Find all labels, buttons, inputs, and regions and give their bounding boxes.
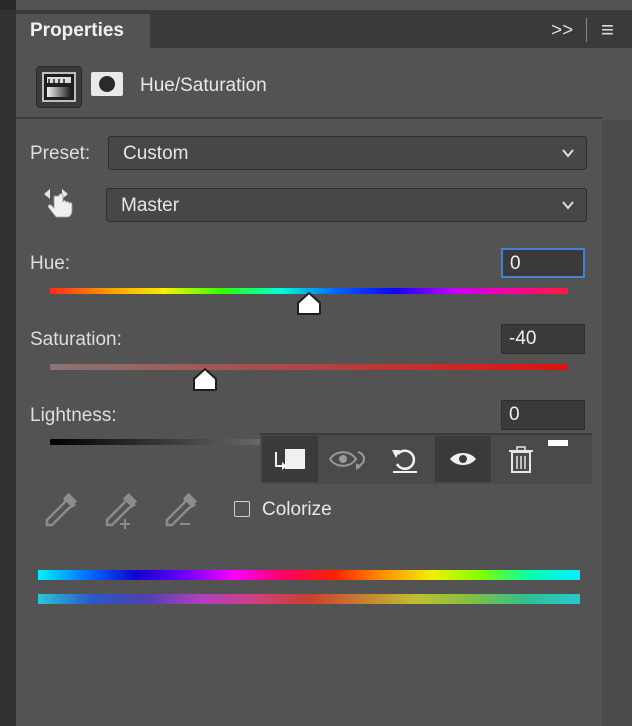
tab-divider bbox=[586, 18, 587, 42]
saturation-slider-track[interactable] bbox=[50, 364, 568, 370]
reset-icon bbox=[392, 449, 417, 473]
channel-value: Master bbox=[121, 195, 180, 216]
chevron-down-icon bbox=[562, 201, 574, 210]
reset-button[interactable] bbox=[378, 436, 434, 482]
eyedropper-plus-icon[interactable] bbox=[100, 492, 140, 532]
colorize-checkbox[interactable] bbox=[234, 501, 250, 517]
hue-saturation-layer-icon[interactable] bbox=[36, 66, 82, 108]
hue-input[interactable]: 0 bbox=[501, 248, 585, 278]
view-previous-state-icon bbox=[328, 451, 365, 470]
eyedropper-minus-icon[interactable] bbox=[160, 492, 200, 532]
delete-button[interactable] bbox=[493, 436, 549, 482]
lightness-label: Lightness: bbox=[30, 405, 117, 426]
panel-menu-icon[interactable]: ≡ bbox=[601, 17, 614, 43]
chevron-down-icon bbox=[562, 149, 574, 158]
properties-panel bbox=[16, 0, 632, 726]
saturation-slider-thumb[interactable] bbox=[192, 367, 218, 392]
panel-scrollbar-track[interactable] bbox=[602, 120, 632, 726]
adjustment-title: Hue/Saturation bbox=[140, 75, 267, 96]
preset-label: Preset: bbox=[30, 143, 91, 164]
view-previous-state-button[interactable] bbox=[320, 436, 376, 482]
preset-dropdown[interactable]: Custom bbox=[108, 136, 587, 170]
saturation-label: Saturation: bbox=[30, 329, 122, 350]
layer-mask-icon[interactable] bbox=[90, 70, 124, 98]
header-separator bbox=[16, 117, 602, 119]
hue-label: Hue: bbox=[30, 253, 71, 274]
on-image-adjust-hand-icon[interactable] bbox=[42, 186, 78, 224]
saturation-input[interactable]: -40 bbox=[501, 324, 585, 354]
toolbar-top-border bbox=[260, 433, 592, 435]
eyedropper-icon[interactable] bbox=[40, 492, 80, 532]
lightness-thumb-partial bbox=[548, 440, 568, 446]
output-color-bar bbox=[38, 594, 580, 604]
preset-value: Custom bbox=[123, 143, 189, 164]
trash-icon bbox=[509, 446, 533, 473]
visibility-button[interactable] bbox=[435, 436, 491, 482]
lightness-input[interactable]: 0 bbox=[501, 400, 585, 430]
hue-value: 0 bbox=[510, 253, 521, 274]
clip-to-layer-icon bbox=[275, 449, 305, 470]
hue-slider-thumb[interactable] bbox=[296, 291, 322, 316]
colorize-label[interactable]: Colorize bbox=[262, 499, 332, 521]
input-color-bar bbox=[38, 570, 580, 580]
saturation-value: -40 bbox=[509, 328, 537, 349]
tab-properties-label: Properties bbox=[30, 20, 124, 41]
lightness-value: 0 bbox=[509, 404, 520, 425]
clip-to-layer-button[interactable] bbox=[262, 436, 318, 482]
channel-dropdown[interactable]: Master bbox=[106, 188, 587, 222]
expand-panel-icon[interactable]: >> bbox=[551, 20, 573, 42]
visibility-eye-icon bbox=[450, 453, 476, 465]
